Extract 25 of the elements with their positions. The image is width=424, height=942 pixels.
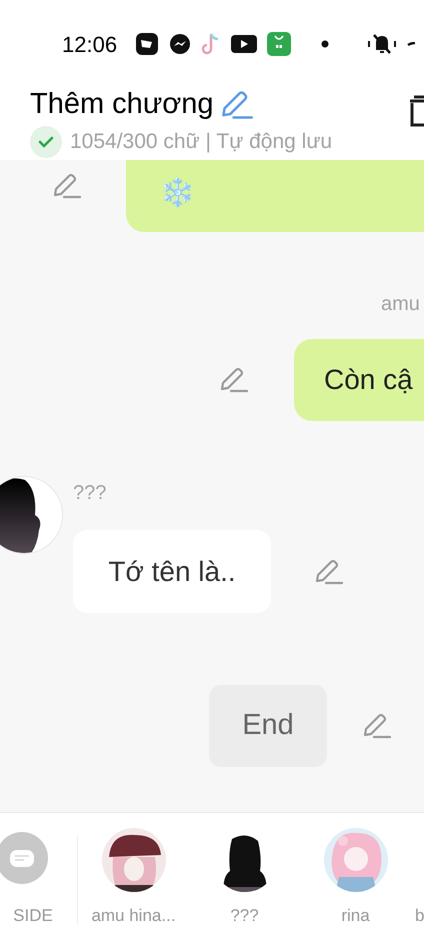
- pencil-icon[interactable]: [219, 366, 249, 394]
- character-name[interactable]: SIDE: [0, 903, 53, 928]
- dot-icon: [321, 40, 330, 48]
- sender-name: amu: [381, 292, 421, 317]
- shopping-bag-icon: [267, 32, 292, 56]
- bell-muted-icon: [367, 32, 398, 56]
- messenger-icon: [169, 33, 192, 55]
- pencil-icon[interactable]: [362, 712, 392, 740]
- message-bubble: Còn cậ: [294, 339, 424, 421]
- character-name[interactable]: rina: [341, 903, 370, 928]
- pencil-icon[interactable]: [52, 172, 82, 200]
- page-title: Thêm chương: [30, 87, 214, 122]
- character-name[interactable]: amu hina...: [91, 903, 176, 928]
- pencil-icon[interactable]: [220, 89, 254, 121]
- play-icon: [231, 34, 258, 54]
- pencil-icon[interactable]: [314, 558, 344, 586]
- chat-bubble-icon[interactable]: [0, 832, 48, 884]
- character-name[interactable]: b: [415, 903, 424, 928]
- save-status: 1054/300 chữ | Tự động lưu: [70, 129, 332, 156]
- end-marker: End: [209, 685, 327, 767]
- character-name[interactable]: ???: [230, 903, 259, 928]
- message-bubble: Tớ tên là..: [73, 530, 271, 613]
- message-bubble: ❄: [126, 160, 424, 232]
- status-time: 12:06: [62, 30, 118, 58]
- sender-name: ???: [73, 481, 108, 506]
